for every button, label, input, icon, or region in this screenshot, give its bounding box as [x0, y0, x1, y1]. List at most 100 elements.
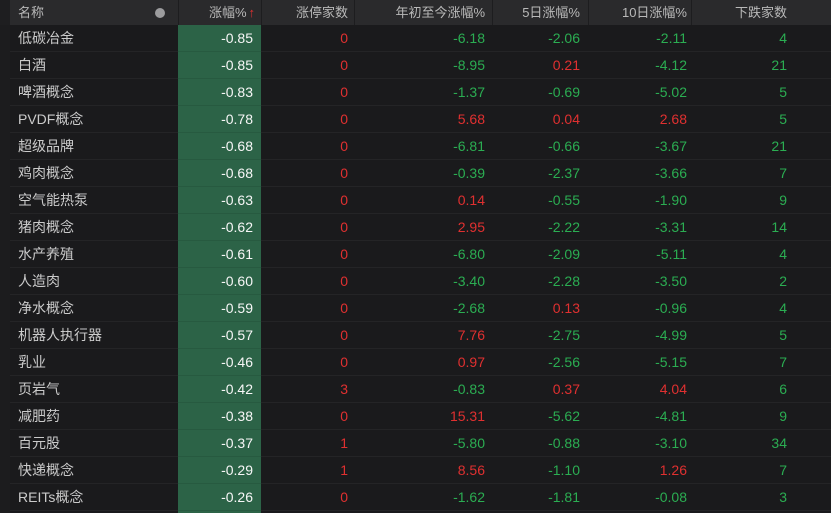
change-percent-cell: -0.59	[178, 295, 261, 322]
limit-up-count-cell: 0	[261, 322, 354, 349]
table-row[interactable]: 啤酒概念 -0.83 0 -1.37 -0.69 -5.02 5	[0, 79, 831, 106]
marker-cell	[155, 430, 178, 457]
change-percent-cell: -0.63	[178, 187, 261, 214]
table-row[interactable]: 白酒 -0.85 0 -8.95 0.21 -4.12 21	[0, 52, 831, 79]
change-percent-cell: -0.78	[178, 106, 261, 133]
decliner-count-cell: 14	[691, 214, 791, 241]
decliner-count-cell: 9	[691, 403, 791, 430]
column-header-name[interactable]: 名称	[0, 0, 155, 25]
decliner-count-cell: 6	[691, 376, 791, 403]
ytd-change-cell: 7.76	[354, 322, 492, 349]
ten-day-change-cell: -4.99	[588, 322, 691, 349]
marker-cell	[155, 106, 178, 133]
table-row[interactable]: PVDF概念 -0.78 0 5.68 0.04 2.68 5	[0, 106, 831, 133]
sector-name: 净水概念	[0, 295, 155, 322]
table-row[interactable]: 页岩气 -0.42 3 -0.83 0.37 4.04 6	[0, 376, 831, 403]
ten-day-change-cell: -5.11	[588, 241, 691, 268]
column-header-limit-up[interactable]: 涨停家数	[261, 0, 354, 25]
column-header-5day[interactable]: 5日涨幅%	[492, 0, 588, 25]
ten-day-change-cell: -0.08	[588, 484, 691, 511]
decliner-count-cell: 4	[691, 241, 791, 268]
table-row[interactable]: 快递概念 -0.29 1 8.56 -1.10 1.26 7	[0, 457, 831, 484]
decliner-count-cell: 5	[691, 106, 791, 133]
marker-column-header[interactable]	[155, 0, 178, 25]
table-row[interactable]: 机器人执行器 -0.57 0 7.76 -2.75 -4.99 5	[0, 322, 831, 349]
ten-day-change-cell: -3.67	[588, 133, 691, 160]
marker-cell	[155, 241, 178, 268]
limit-up-count-cell: 0	[261, 295, 354, 322]
five-day-change-cell: -2.37	[492, 160, 588, 187]
limit-up-count-cell: 0	[261, 160, 354, 187]
ytd-change-cell: -6.18	[354, 25, 492, 52]
table-row[interactable]: 人造肉 -0.60 0 -3.40 -2.28 -3.50 2	[0, 268, 831, 295]
row-filler	[791, 187, 831, 214]
ten-day-change-cell: 2.68	[588, 106, 691, 133]
table-row[interactable]: 猪肉概念 -0.62 0 2.95 -2.22 -3.31 14	[0, 214, 831, 241]
change-percent-cell: -0.83	[178, 79, 261, 106]
ytd-change-cell: -1.62	[354, 484, 492, 511]
row-filler	[791, 403, 831, 430]
column-header-decliners[interactable]: 下跌家数	[691, 0, 791, 25]
table-row[interactable]: 低碳冶金 -0.85 0 -6.18 -2.06 -2.11 4	[0, 25, 831, 52]
ten-day-change-cell: -3.31	[588, 214, 691, 241]
five-day-change-cell: -2.56	[492, 349, 588, 376]
marker-cell	[155, 268, 178, 295]
ytd-change-cell: 0.97	[354, 349, 492, 376]
ten-day-change-cell: 1.26	[588, 457, 691, 484]
decliner-count-cell: 7	[691, 457, 791, 484]
table-row[interactable]: 净水概念 -0.59 0 -2.68 0.13 -0.96 4	[0, 295, 831, 322]
ten-day-change-cell: -4.81	[588, 403, 691, 430]
decliner-count-cell: 5	[691, 79, 791, 106]
row-filler	[791, 214, 831, 241]
five-day-change-cell: -2.22	[492, 214, 588, 241]
marker-cell	[155, 79, 178, 106]
sector-name: 页岩气	[0, 376, 155, 403]
ytd-change-cell: -6.80	[354, 241, 492, 268]
marker-cell	[155, 160, 178, 187]
five-day-change-cell: -0.55	[492, 187, 588, 214]
limit-up-count-cell: 3	[261, 376, 354, 403]
ten-day-change-cell: -5.02	[588, 79, 691, 106]
sector-name: 乳业	[0, 349, 155, 376]
five-day-change-cell: -2.09	[492, 241, 588, 268]
five-day-change-cell: -1.81	[492, 484, 588, 511]
column-header-change[interactable]: 涨幅% ↑	[178, 0, 261, 25]
limit-up-count-cell: 0	[261, 349, 354, 376]
table-row[interactable]: 乳业 -0.46 0 0.97 -2.56 -5.15 7	[0, 349, 831, 376]
row-filler	[791, 295, 831, 322]
sector-name: 低碳冶金	[0, 25, 155, 52]
table-row[interactable]: 水产养殖 -0.61 0 -6.80 -2.09 -5.11 4	[0, 241, 831, 268]
decliner-count-cell: 2	[691, 268, 791, 295]
column-header-ytd[interactable]: 年初至今涨幅%	[354, 0, 492, 25]
table-row[interactable]: REITs概念 -0.26 0 -1.62 -1.81 -0.08 3	[0, 484, 831, 511]
table-row[interactable]: 空气能热泵 -0.63 0 0.14 -0.55 -1.90 9	[0, 187, 831, 214]
sector-name: 猪肉概念	[0, 214, 155, 241]
row-filler	[791, 25, 831, 52]
marker-cell	[155, 25, 178, 52]
ytd-change-cell: 15.31	[354, 403, 492, 430]
ytd-change-cell: -1.37	[354, 79, 492, 106]
ytd-change-cell: -2.68	[354, 295, 492, 322]
marker-cell	[155, 133, 178, 160]
ten-day-change-cell: 4.04	[588, 376, 691, 403]
ten-day-change-cell: -5.15	[588, 349, 691, 376]
column-header-10day[interactable]: 10日涨幅%	[588, 0, 691, 25]
decliner-count-cell: 5	[691, 322, 791, 349]
marker-cell	[155, 214, 178, 241]
sector-name: 鸡肉概念	[0, 160, 155, 187]
column-header-change-label: 涨幅%	[208, 5, 247, 20]
limit-up-count-cell: 0	[261, 403, 354, 430]
ten-day-change-cell: -4.12	[588, 52, 691, 79]
table-row[interactable]: 鸡肉概念 -0.68 0 -0.39 -2.37 -3.66 7	[0, 160, 831, 187]
marker-cell	[155, 484, 178, 511]
row-filler	[791, 484, 831, 511]
table-row[interactable]: 超级品牌 -0.68 0 -6.81 -0.66 -3.67 21	[0, 133, 831, 160]
sector-name: 超级品牌	[0, 133, 155, 160]
row-filler	[791, 322, 831, 349]
table-row[interactable]: 减肥药 -0.38 0 15.31 -5.62 -4.81 9	[0, 403, 831, 430]
five-day-change-cell: 0.37	[492, 376, 588, 403]
table-row[interactable]: 百元股 -0.37 1 -5.80 -0.88 -3.10 34	[0, 430, 831, 457]
ytd-change-cell: -6.81	[354, 133, 492, 160]
limit-up-count-cell: 0	[261, 79, 354, 106]
change-percent-cell: -0.46	[178, 349, 261, 376]
